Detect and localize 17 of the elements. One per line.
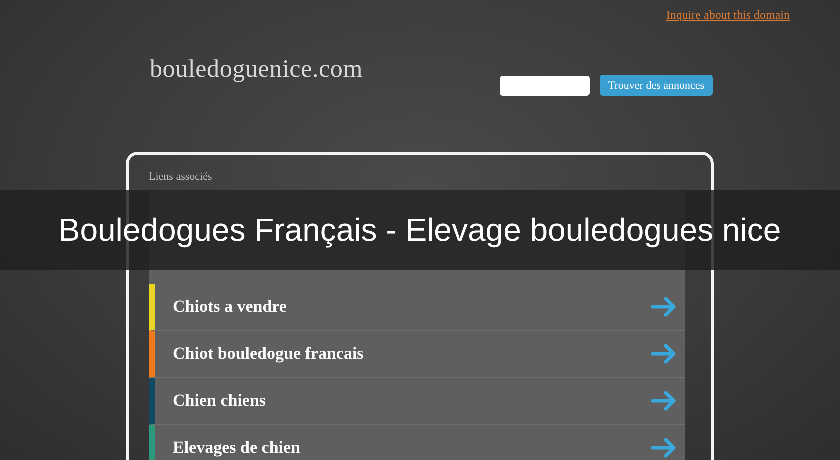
link-item[interactable]: Chien chiens bbox=[149, 378, 685, 425]
link-label: Elevages de chien bbox=[173, 438, 300, 458]
site-logo: bouledoguenice.com bbox=[150, 56, 364, 85]
link-label: Chiot bouledogue francais bbox=[173, 344, 364, 364]
link-item[interactable]: Elevages de chien bbox=[149, 425, 685, 460]
panel-heading: Liens associés bbox=[149, 171, 214, 185]
arrow-icon bbox=[651, 344, 677, 364]
link-item[interactable]: Chiot bouledogue francais bbox=[149, 331, 685, 378]
link-label: Chien chiens bbox=[173, 391, 266, 411]
link-item[interactable]: Chiots a vendre bbox=[149, 284, 685, 331]
page-title: Bouledogues Français - Elevage bouledogues nice bbox=[58, 212, 782, 248]
link-label: Chiots a vendre bbox=[173, 297, 287, 317]
arrow-icon bbox=[651, 391, 677, 411]
arrow-icon bbox=[651, 438, 677, 458]
inquire-link[interactable]: Inquire about this domain bbox=[666, 8, 790, 26]
arrow-icon bbox=[651, 297, 677, 317]
search-field[interactable] bbox=[500, 76, 590, 96]
